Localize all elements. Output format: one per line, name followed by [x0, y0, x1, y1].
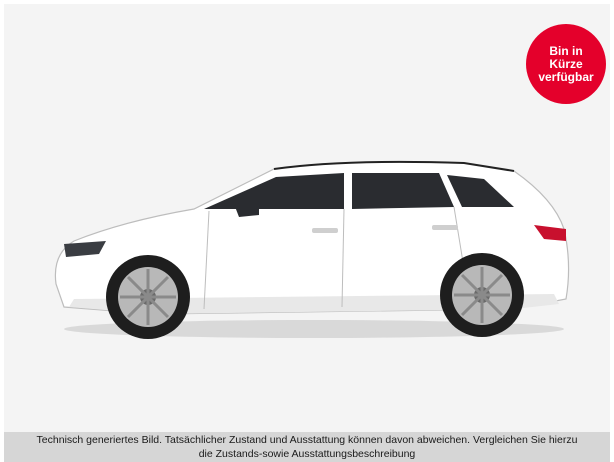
disclaimer-line-2: die Zustands-sowie Ausstattungsbeschreib…: [198, 448, 416, 460]
badge-line-1: Bin in: [549, 43, 583, 58]
image-disclaimer: Technisch generiertes Bild. Tatsächliche…: [4, 432, 610, 462]
badge-line-3: verfügbar: [538, 69, 594, 84]
badge-line-2: Kürze: [549, 56, 583, 71]
availability-badge: Bin in Kürze verfügbar: [526, 24, 606, 104]
disclaimer-line-1: Technisch generiertes Bild. Tatsächliche…: [36, 434, 578, 446]
car-icon: [54, 160, 570, 339]
vehicle-image-panel: Bin in Kürze verfügbar Technisch generie…: [4, 4, 610, 462]
